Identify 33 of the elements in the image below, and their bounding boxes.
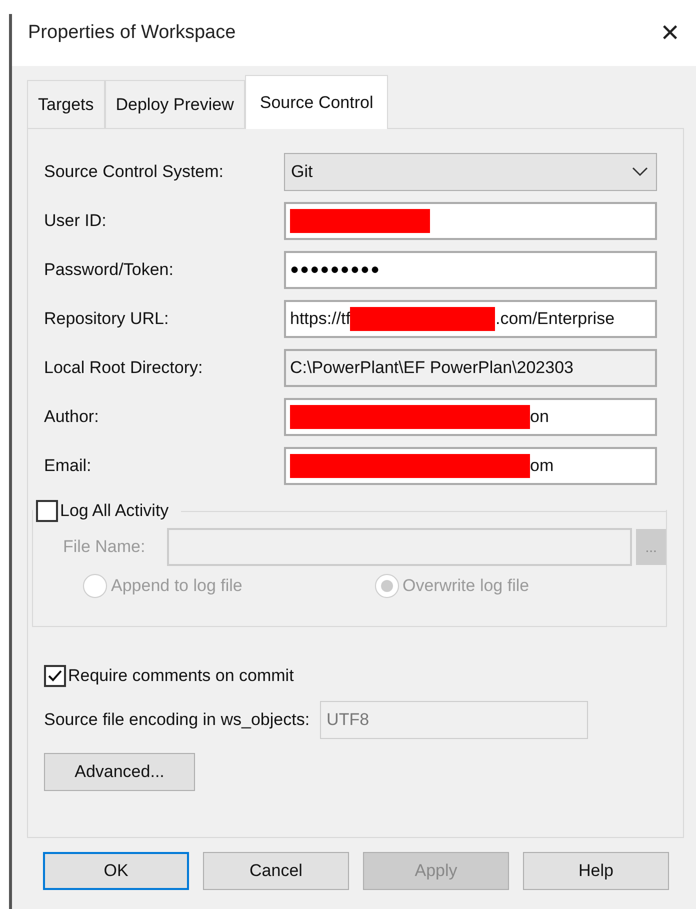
dropdown-value: Git: [291, 162, 313, 182]
input-field[interactable]: https://tf .com/Enterprise: [284, 300, 657, 338]
field-label: Repository URL:: [44, 308, 170, 328]
advanced-button[interactable]: Advanced...: [44, 753, 195, 791]
close-button[interactable]: ✕: [656, 18, 684, 48]
input-field[interactable]: [167, 528, 632, 566]
field-label: Password/Token:: [44, 260, 174, 280]
input-field[interactable]: ●●●●●●●●●: [284, 250, 657, 288]
field-label: Local Root Directory:: [44, 358, 204, 378]
chevron-down-icon: [632, 166, 648, 176]
window-title: Properties of Workspace: [28, 22, 236, 44]
radio-label: Overwrite log file: [402, 576, 530, 596]
field-label: User ID:: [44, 210, 108, 230]
checkbox[interactable]: [44, 665, 66, 687]
dropdown[interactable]: Git: [284, 152, 657, 190]
tab[interactable]: Source Control: [244, 75, 388, 129]
dialog-button[interactable]: Cancel: [203, 852, 349, 890]
input-field[interactable]: [284, 202, 657, 240]
tab[interactable]: Targets: [27, 80, 105, 128]
field-label: Source Control System:: [44, 162, 225, 182]
field-label: Author:: [44, 406, 100, 426]
input-field[interactable]: C:\PowerPlant\EF PowerPlan\202303: [284, 348, 657, 386]
field-label: Email:: [44, 456, 92, 476]
checkbox-label: Log All Activity: [60, 501, 169, 521]
field-label: File Name:: [63, 537, 146, 557]
dialog-button[interactable]: OK: [43, 852, 189, 890]
field-label: Source file encoding in ws_objects:: [44, 710, 310, 730]
radio-label: Append to log file: [111, 576, 242, 596]
checkbox-label: Require comments on commit: [68, 666, 294, 686]
input-field[interactable]: on: [284, 398, 657, 436]
input-field[interactable]: om: [284, 446, 657, 484]
tab[interactable]: Deploy Preview: [104, 80, 245, 128]
dialog-button[interactable]: Help: [523, 852, 669, 890]
